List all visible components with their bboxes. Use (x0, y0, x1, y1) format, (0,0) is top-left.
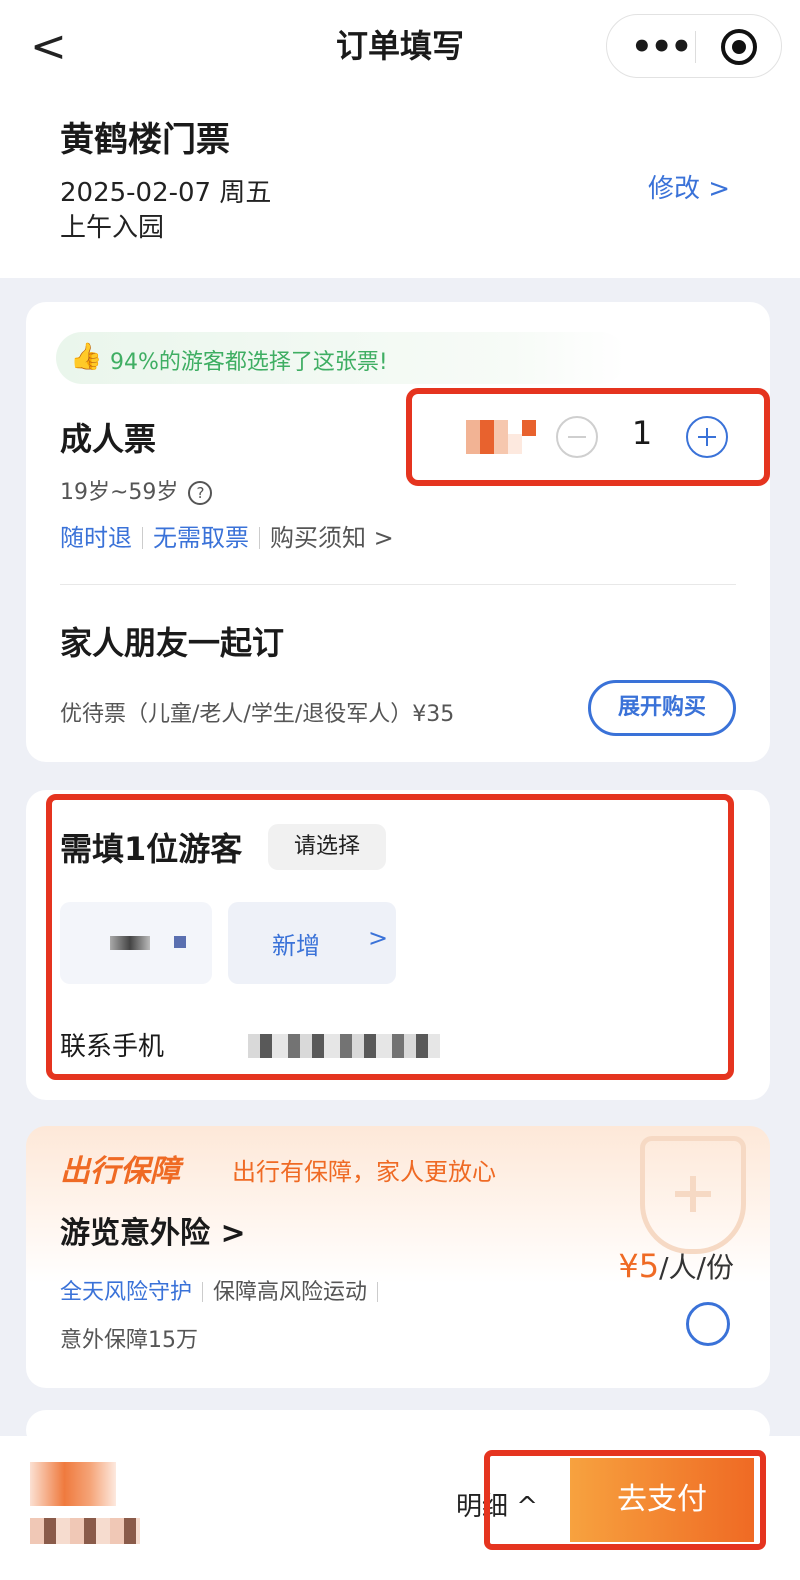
highlight-box-pay (484, 1450, 766, 1550)
insurance-price-unit: /人/份 (659, 1251, 734, 1284)
insurance-price-amount: ¥5 (618, 1247, 660, 1285)
tag-divider (142, 527, 143, 549)
attraction-title: 黄鹤楼门票 (60, 120, 230, 160)
insurance-tag: 全天风险守护 (60, 1280, 193, 1305)
thumbs-up-icon: 👍 (70, 342, 103, 372)
highlight-box-quantity (406, 388, 770, 486)
entry-period: 上午入园 (60, 213, 165, 243)
shield-cross (690, 1176, 696, 1212)
insurance-slogan: 出行有保障，家人更放心 (232, 1158, 496, 1186)
expand-purchase-button[interactable]: 展开购买 (588, 680, 736, 736)
ticket-tags: 随时退 无需取票 购买须知 > (60, 518, 394, 553)
insurance-coverage: 意外保障15万 (60, 1328, 198, 1353)
tag-divider (377, 1282, 379, 1302)
edit-order-link[interactable]: 修改 > (648, 168, 730, 205)
discount-pixelated (30, 1518, 140, 1544)
nav-bar: < 订单填写 ••• (0, 0, 800, 92)
insurance-tag: 保障高风险运动 (213, 1280, 368, 1305)
popular-tip-text: 94%的游客都选择了这张票! (110, 350, 388, 375)
tag-refund: 随时退 (60, 524, 132, 552)
popular-tip: 👍 94%的游客都选择了这张票! (56, 332, 626, 384)
shield-icon (640, 1136, 746, 1254)
insurance-brand: 出行保障 (60, 1154, 180, 1189)
capsule-divider (695, 31, 696, 63)
section-divider (60, 584, 736, 585)
order-info: 黄鹤楼门票 2025-02-07 周五 上午入园 修改 > (0, 92, 800, 278)
help-icon[interactable]: ? (188, 481, 213, 505)
insurance-tags: 全天风险守护 保障高风险运动 (60, 1274, 388, 1306)
purchase-notice-link[interactable]: 购买须知 > (270, 524, 394, 552)
ticket-card: 👍 94%的游客都选择了这张票! 成人票 19岁~59岁? 随时退 无需取票 购买须… (26, 302, 770, 762)
total-price-pixelated (30, 1462, 116, 1506)
age-range-text: 19岁~59岁 (60, 480, 179, 505)
family-section-title: 家人朋友一起订 (60, 624, 285, 662)
checkout-bar: 明细 ^ 去支付 (0, 1436, 800, 1580)
tag-divider (259, 527, 260, 549)
tag-no-pickup: 无需取票 (153, 524, 249, 552)
close-miniapp-icon[interactable] (721, 29, 757, 65)
miniapp-capsule: ••• (606, 14, 782, 78)
more-menu-icon[interactable]: ••• (631, 25, 692, 69)
insurance-card: 出行保障 出行有保障，家人更放心 游览意外险 > 全天风险守护 保障高风险运动 意… (26, 1126, 770, 1388)
concession-ticket-desc: 优待票（儿童/老人/学生/退役军人）¥35 (60, 702, 455, 727)
tag-divider (202, 1282, 204, 1302)
ticket-type: 成人票 (60, 420, 157, 458)
insurance-price: ¥5/人/份 (618, 1246, 734, 1286)
guest-card: 需填1位游客 请选择 新增 > 联系手机 (26, 790, 770, 1100)
highlight-box-guest (46, 794, 734, 1080)
visit-date: 2025-02-07 周五 (60, 178, 272, 208)
insurance-select-radio[interactable] (686, 1302, 730, 1346)
insurance-title-link[interactable]: 游览意外险 > (60, 1208, 246, 1252)
ticket-age-range: 19岁~59岁? (60, 474, 213, 506)
